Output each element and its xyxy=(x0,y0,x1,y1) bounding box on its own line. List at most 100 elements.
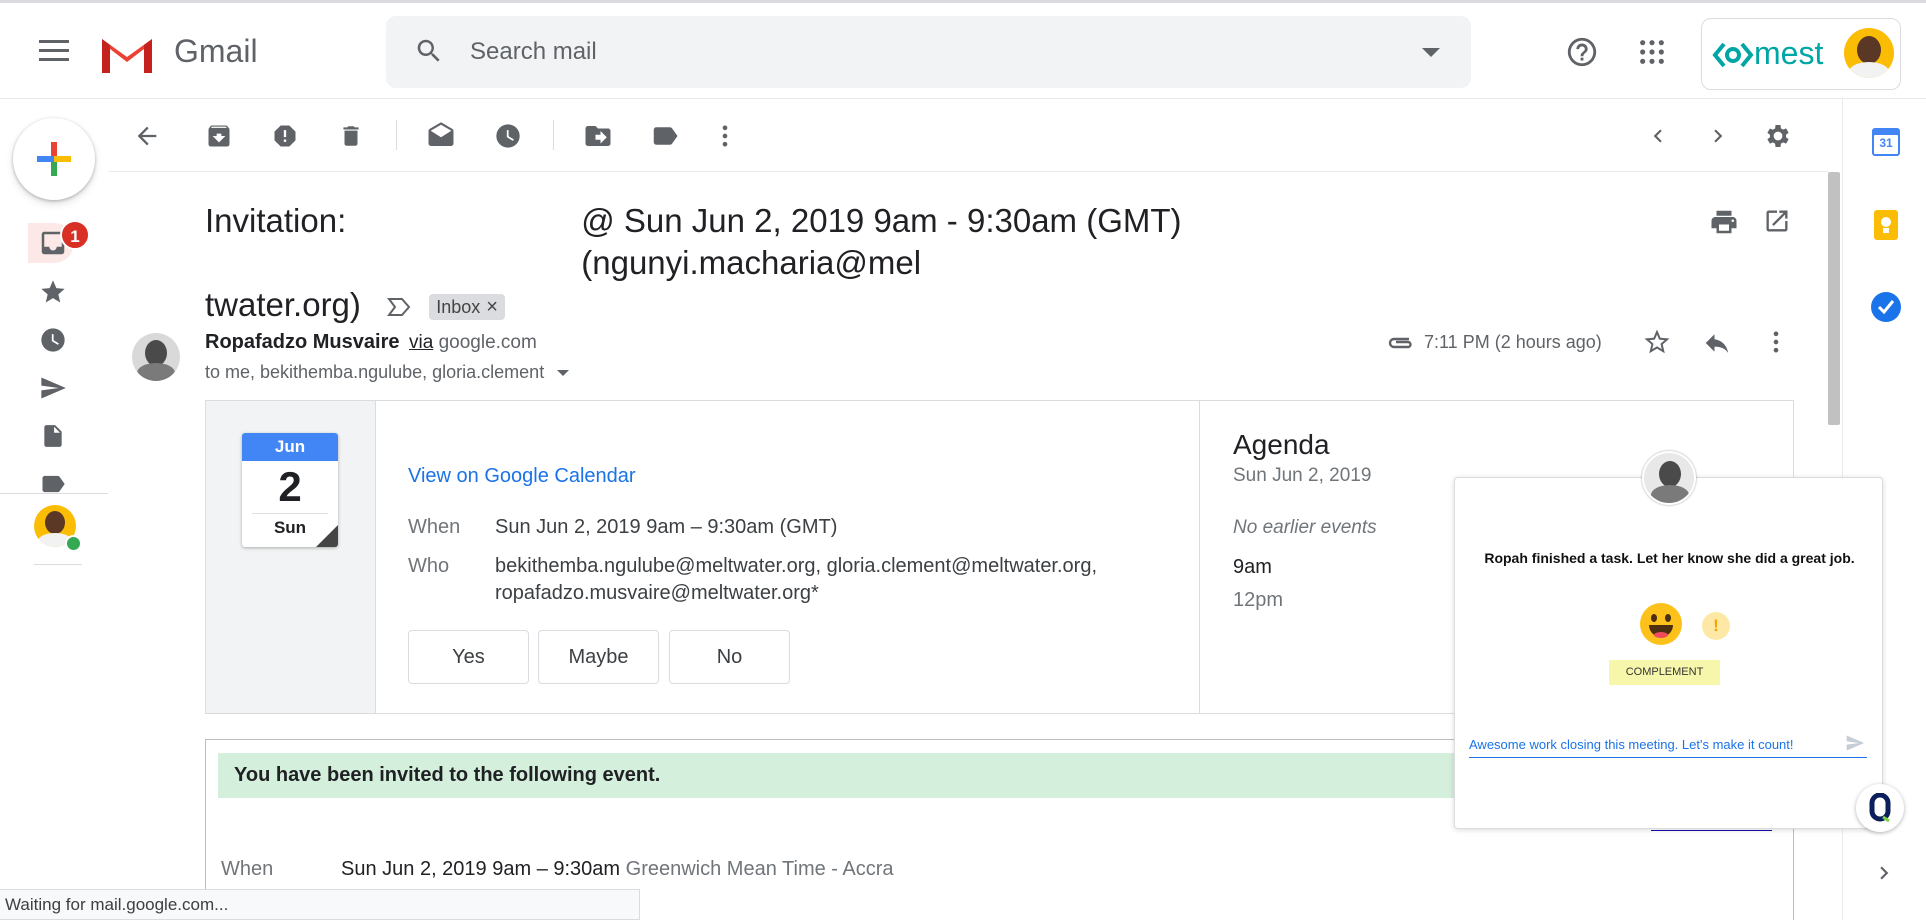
calendar-icon-day: 31 xyxy=(1879,136,1893,150)
star-icon[interactable] xyxy=(1642,327,1674,359)
search-box[interactable] xyxy=(386,16,1471,88)
rsvp-maybe-button[interactable]: Maybe xyxy=(538,630,659,684)
snooze-clock-icon[interactable] xyxy=(490,118,526,154)
report-spam-icon[interactable] xyxy=(267,118,303,154)
nav-divider xyxy=(0,493,108,494)
scrollbar-thumb[interactable] xyxy=(1828,172,1840,425)
event-when-label: When xyxy=(221,858,274,880)
attachment-paperclip-icon xyxy=(1385,330,1415,356)
toolbar-separator xyxy=(553,120,554,150)
popup-message: Ropah finished a task. Let her know she … xyxy=(1484,550,1855,566)
mest-logo-icon xyxy=(1712,41,1754,69)
event-when-value: Sun Jun 2, 2019 9am – 9:30am Greenwich M… xyxy=(341,858,894,881)
browser-status-bar: Waiting for mail.google.com... xyxy=(0,889,640,920)
more-vertical-icon[interactable] xyxy=(707,118,743,154)
account-switcher[interactable]: mest xyxy=(1701,18,1901,90)
account-avatar[interactable] xyxy=(1844,28,1894,78)
google-calendar-icon[interactable]: 31 xyxy=(1872,128,1900,156)
labels-icon[interactable] xyxy=(647,118,683,154)
toolbar-divider xyxy=(108,171,1828,172)
event-when-timezone: Greenwich Mean Time - Accra xyxy=(625,858,894,880)
top-bar: Gmail mest xyxy=(0,0,1926,99)
subject-part-right: @ Sun Jun 2, 2019 9am - 9:30am (GMT) (ng… xyxy=(581,202,1182,281)
calendar-fold-icon xyxy=(316,525,338,547)
org-logo-text: mest xyxy=(1754,35,1824,71)
who-line-1: bekithemba.ngulube@meltwater.org, gloria… xyxy=(495,555,1098,577)
popup-avatar xyxy=(1642,451,1696,505)
sender-via: via google.com xyxy=(409,332,537,354)
print-icon[interactable] xyxy=(1709,207,1741,239)
agenda-slot-12pm: 12pm xyxy=(1233,589,1284,611)
delete-trash-icon[interactable] xyxy=(333,118,369,154)
message-more-vertical-icon[interactable] xyxy=(1762,328,1794,360)
rsvp-no-button[interactable]: No xyxy=(669,630,790,684)
open-new-window-icon[interactable] xyxy=(1763,207,1795,239)
happy-emoji-icon[interactable] xyxy=(1640,603,1682,645)
help-icon[interactable] xyxy=(1562,32,1602,72)
main-menu-icon[interactable] xyxy=(34,31,74,71)
via-link[interactable]: via xyxy=(409,332,433,353)
reply-arrow-icon[interactable] xyxy=(1702,328,1734,360)
archive-icon[interactable] xyxy=(201,118,237,154)
agenda-no-earlier-events: No earlier events xyxy=(1233,517,1377,538)
agenda-title: Agenda xyxy=(1233,429,1330,460)
show-details-chevron-down-icon[interactable] xyxy=(557,370,570,377)
recipients: to me, bekithemba.ngulube, gloria.clemen… xyxy=(205,362,570,383)
via-domain: google.com xyxy=(438,332,537,353)
search-icon[interactable] xyxy=(414,36,446,68)
who-value: bekithemba.ngulube@meltwater.org, gloria… xyxy=(495,553,1097,607)
view-on-google-calendar-link[interactable]: View on Google Calendar xyxy=(408,465,636,488)
starred-icon[interactable] xyxy=(36,275,70,309)
calendar-month: Jun xyxy=(242,433,338,461)
remove-label-icon[interactable]: × xyxy=(486,286,498,328)
gmail-logo[interactable] xyxy=(98,31,156,75)
move-to-icon[interactable] xyxy=(580,118,616,154)
calendar-date-tile[interactable]: Jun 2 Sun xyxy=(242,433,338,547)
snoozed-clock-icon[interactable] xyxy=(36,323,70,357)
who-label: Who xyxy=(408,555,450,577)
subject-part-continued: twater.org) xyxy=(205,286,361,323)
importance-marker-icon[interactable] xyxy=(386,296,412,318)
online-status-dot xyxy=(65,535,82,552)
subject-part-left: Invitation: xyxy=(205,202,347,239)
alert-emoji-icon[interactable]: ! xyxy=(1702,612,1730,640)
app-title: Gmail xyxy=(174,33,258,69)
inbox-unread-badge: 1 xyxy=(60,220,90,250)
agenda-date: Sun Jun 2, 2019 xyxy=(1233,465,1372,486)
compose-button[interactable] xyxy=(13,118,95,200)
inbox-label-chip[interactable]: Inbox × xyxy=(429,294,505,321)
praise-app-logo-icon[interactable] xyxy=(1856,784,1904,832)
sender-avatar[interactable] xyxy=(132,333,180,381)
praise-popup: Ropah finished a task. Let her know she … xyxy=(1454,451,1904,832)
email-subject: Invitation: @ Sun Jun 2, 2019 9am - 9:30… xyxy=(205,200,1525,326)
complement-button[interactable]: COMPLEMENT xyxy=(1609,660,1720,685)
agenda-slot-9am: 9am xyxy=(1233,556,1272,578)
google-keep-icon[interactable] xyxy=(1874,210,1898,240)
older-chevron-right-icon[interactable] xyxy=(1700,118,1736,154)
praise-message-input[interactable] xyxy=(1469,732,1867,758)
rsvp-yes-button[interactable]: Yes xyxy=(408,630,529,684)
hangouts-divider xyxy=(34,564,82,565)
label-icon[interactable] xyxy=(36,470,70,494)
search-input[interactable] xyxy=(470,30,1350,74)
when-label: When xyxy=(408,516,461,538)
mark-unread-icon[interactable] xyxy=(423,118,459,154)
back-arrow-icon[interactable] xyxy=(129,118,165,154)
recipients-text: to me, bekithemba.ngulube, gloria.clemen… xyxy=(205,362,545,382)
when-value: Sun Jun 2, 2019 9am – 9:30am (GMT) xyxy=(495,516,838,538)
send-arrow-icon[interactable] xyxy=(1845,733,1865,753)
calendar-date-panel: Jun 2 Sun xyxy=(206,401,376,713)
apps-grid-icon[interactable] xyxy=(1632,32,1672,72)
settings-gear-icon[interactable] xyxy=(1760,118,1796,154)
sent-icon[interactable] xyxy=(36,371,70,405)
newer-chevron-left-icon[interactable] xyxy=(1640,118,1676,154)
expand-panel-chevron-right-icon[interactable] xyxy=(1871,860,1901,890)
google-tasks-icon[interactable] xyxy=(1871,292,1901,322)
agenda-divider xyxy=(1199,401,1200,713)
search-options-chevron-down-icon[interactable] xyxy=(1422,48,1440,57)
sender-name[interactable]: Ropafadzo Musvaire xyxy=(205,331,399,354)
toolbar-separator xyxy=(396,120,397,150)
event-when-time: Sun Jun 2, 2019 9am – 9:30am xyxy=(341,858,621,880)
drafts-icon[interactable] xyxy=(36,419,70,453)
calendar-day: 2 xyxy=(278,463,302,510)
